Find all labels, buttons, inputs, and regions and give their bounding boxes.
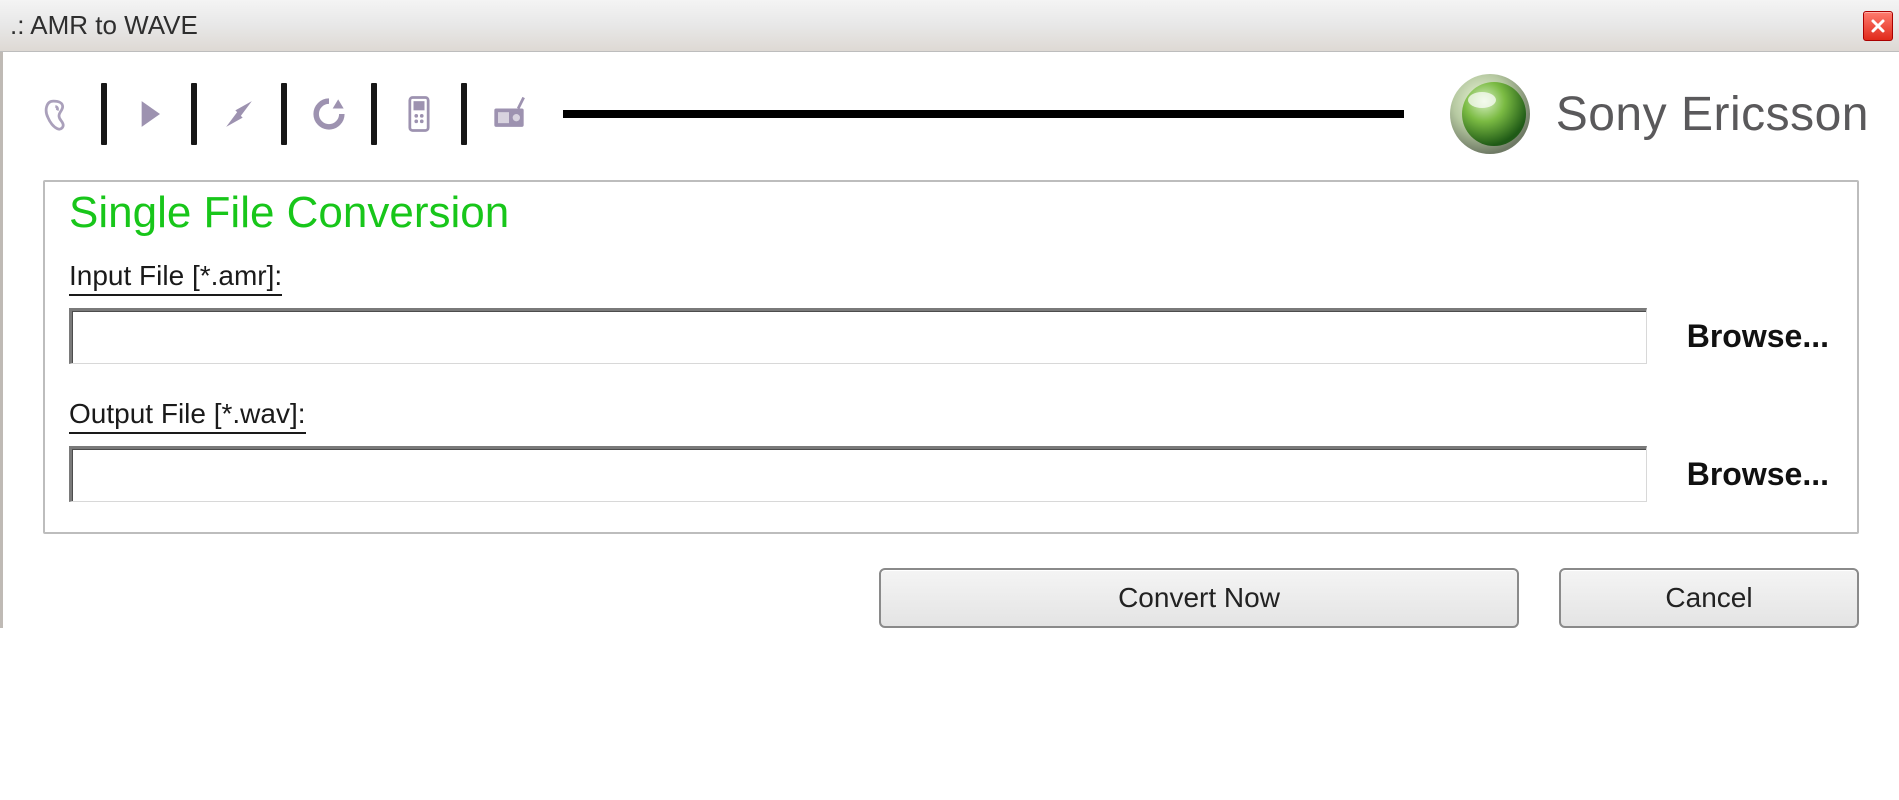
input-browse-button[interactable]: Browse... xyxy=(1687,318,1829,355)
toolbar: Sony Ericsson xyxy=(3,52,1899,180)
window-title: .: AMR to WAVE xyxy=(10,10,198,41)
refresh-icon[interactable] xyxy=(303,88,355,140)
phone-icon[interactable] xyxy=(393,88,445,140)
conversion-panel: Single File Conversion Input File [*.amr… xyxy=(43,180,1859,534)
output-file-row: Browse... xyxy=(69,446,1829,502)
convert-button[interactable]: Convert Now xyxy=(879,568,1519,628)
ear-icon[interactable] xyxy=(33,88,85,140)
panel-title: Single File Conversion xyxy=(69,188,1829,238)
cancel-button[interactable]: Cancel xyxy=(1559,568,1859,628)
client-area: Sony Ericsson Single File Conversion Inp… xyxy=(0,52,1899,628)
output-file-label: Output File [*.wav]: xyxy=(69,398,306,434)
radio-icon[interactable] xyxy=(483,88,535,140)
output-file-field[interactable] xyxy=(69,446,1647,502)
input-file-row: Browse... xyxy=(69,308,1829,364)
brand: Sony Ericsson xyxy=(1448,72,1869,156)
toolbar-divider xyxy=(281,83,287,145)
close-icon xyxy=(1870,18,1886,34)
toolbar-divider xyxy=(191,83,197,145)
toolbar-divider xyxy=(461,83,467,145)
input-file-field[interactable] xyxy=(69,308,1647,364)
action-buttons: Convert Now Cancel xyxy=(3,538,1899,628)
play-icon[interactable] xyxy=(123,88,175,140)
toolbar-divider xyxy=(101,83,107,145)
app-window: .: AMR to WAVE xyxy=(0,0,1899,800)
toolbar-separator-bar xyxy=(563,110,1404,118)
input-file-label: Input File [*.amr]: xyxy=(69,260,282,296)
bolt-icon[interactable] xyxy=(213,88,265,140)
toolbar-divider xyxy=(371,83,377,145)
titlebar: .: AMR to WAVE xyxy=(0,0,1899,52)
sony-ericsson-logo-icon xyxy=(1448,72,1532,156)
brand-name: Sony Ericsson xyxy=(1556,87,1869,142)
close-button[interactable] xyxy=(1863,11,1893,41)
output-browse-button[interactable]: Browse... xyxy=(1687,456,1829,493)
